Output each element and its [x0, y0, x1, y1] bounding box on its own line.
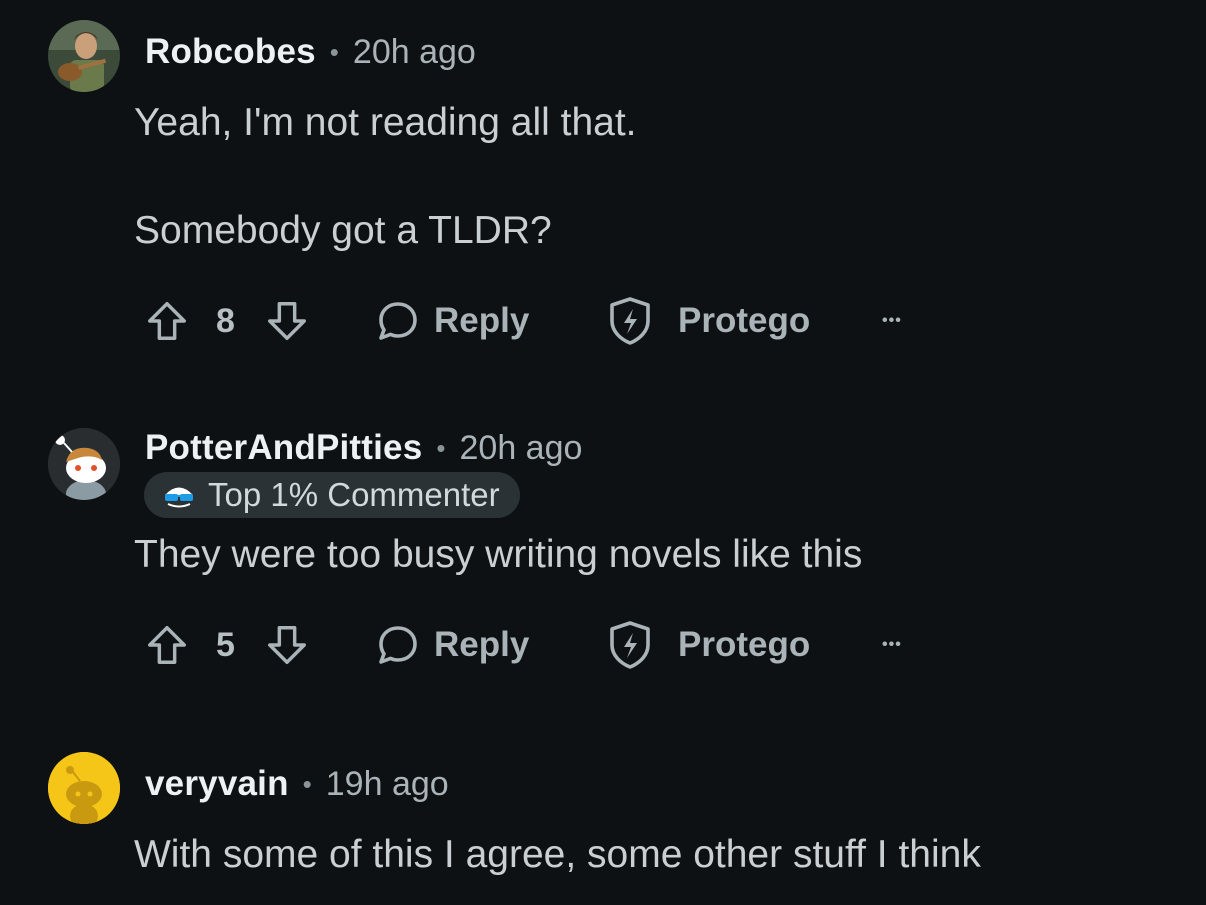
downvote-button[interactable]: [264, 622, 310, 668]
vote-count: 5: [216, 625, 235, 664]
award-label: Protego: [678, 301, 811, 340]
upvote-button[interactable]: [144, 298, 190, 344]
reply-label: Reply: [434, 301, 530, 340]
speech-bubble-icon: [379, 302, 417, 340]
separator-dot: •: [329, 36, 339, 67]
user-photo-icon: [48, 20, 120, 92]
timestamp[interactable]: 20h ago: [353, 33, 476, 72]
reply-button[interactable]: Reply: [374, 621, 529, 669]
comment-header: Robcobes • 20h ago: [145, 30, 476, 74]
reply-label: Reply: [434, 625, 530, 664]
speech-bubble-icon: [379, 626, 417, 664]
user-flair-badge: Top 1% Commenter: [144, 472, 520, 518]
shield-bolt-icon: [610, 621, 650, 669]
comment-body-line-1: They were too busy writing novels like t…: [134, 533, 863, 576]
award-label: Protego: [678, 625, 811, 664]
username[interactable]: Robcobes: [145, 32, 316, 72]
ellipsis-icon: •••: [882, 312, 902, 329]
comment-body-line-1: With some of this I agree, some other st…: [134, 833, 981, 876]
comment-body-line-1: Yeah, I'm not reading all that.: [134, 101, 637, 144]
timestamp[interactable]: 19h ago: [326, 765, 449, 804]
downvote-arrow-icon: [268, 302, 306, 340]
badge-label: Top 1% Commenter: [208, 476, 500, 513]
separator-dot: •: [436, 432, 446, 463]
downvote-arrow-icon: [268, 626, 306, 664]
upvote-arrow-icon: [148, 626, 186, 664]
sunglasses-icon: [165, 487, 193, 508]
comment-body-line-2: Somebody got a TLDR?: [134, 209, 552, 252]
more-options-button[interactable]: •••: [882, 636, 902, 654]
vote-count: 8: [216, 301, 235, 340]
shield-bolt-icon: [610, 297, 650, 345]
downvote-button[interactable]: [264, 298, 310, 344]
comment-header: PotterAndPitties • 20h ago: [145, 426, 582, 470]
comment-header: veryvain • 19h ago: [145, 762, 449, 806]
snoo-avatar-icon: [48, 428, 120, 500]
username[interactable]: PotterAndPitties: [145, 428, 422, 468]
more-options-button[interactable]: •••: [882, 312, 902, 330]
upvote-button[interactable]: [144, 622, 190, 668]
timestamp[interactable]: 20h ago: [460, 429, 583, 468]
avatar-veryvain[interactable]: [48, 752, 120, 824]
award-button[interactable]: Protego: [606, 619, 810, 671]
username[interactable]: veryvain: [145, 764, 289, 804]
default-snoo-avatar-icon: [48, 752, 120, 824]
upvote-arrow-icon: [148, 302, 186, 340]
ellipsis-icon: •••: [882, 636, 902, 653]
reply-button[interactable]: Reply: [374, 297, 529, 345]
avatar-robcobes[interactable]: [48, 20, 120, 92]
avatar-potterandpitties[interactable]: [48, 428, 120, 500]
award-button[interactable]: Protego: [606, 295, 810, 347]
separator-dot: •: [302, 768, 312, 799]
